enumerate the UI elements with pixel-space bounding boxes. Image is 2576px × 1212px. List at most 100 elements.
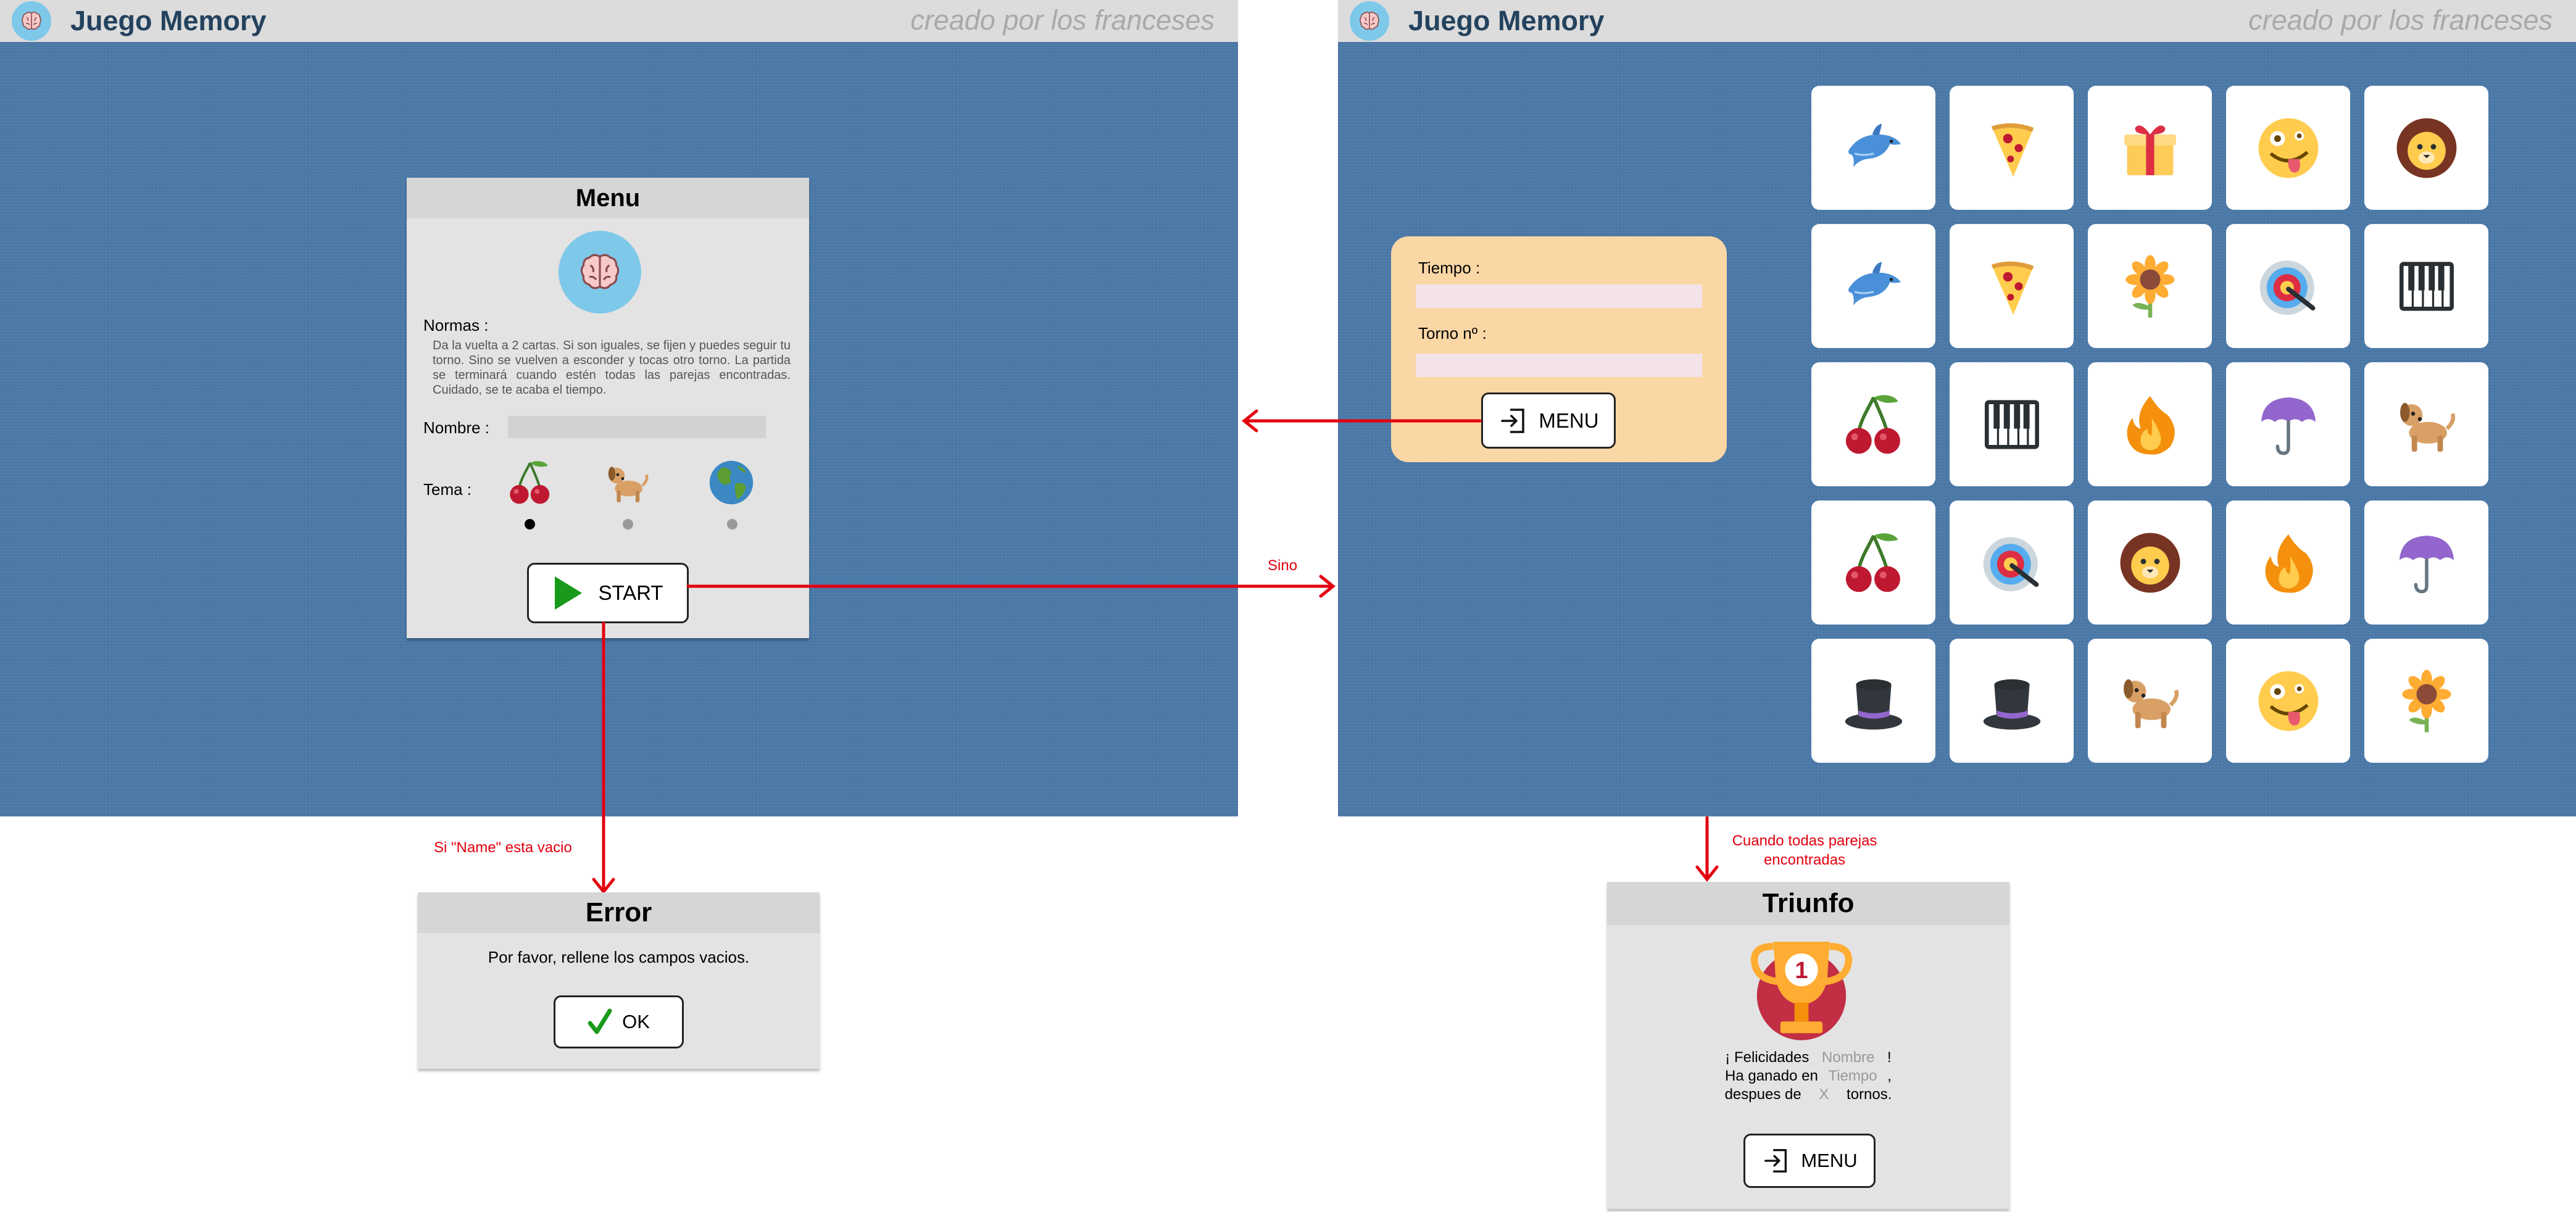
menu-button-label: MENU	[1801, 1150, 1858, 1171]
brain-logo-icon	[12, 1, 51, 41]
memory-card[interactable]	[2226, 362, 2350, 486]
dog-icon	[603, 458, 652, 507]
triunfo-line-1: ¡ Felicidades Nombre !	[1607, 1048, 2009, 1067]
memory-card[interactable]	[1811, 362, 1935, 486]
player-name-var: Nombre	[1822, 1049, 1875, 1066]
piano-icon	[2393, 252, 2461, 320]
time-label: Tiempo :	[1418, 259, 1481, 277]
memory-card[interactable]	[2088, 86, 2212, 210]
triunfo-text: !	[1887, 1049, 1892, 1066]
triunfo-message: ¡ Felicidades Nombre ! Ha ganado en Tiem…	[1607, 1048, 2009, 1104]
menu-button-label: MENU	[1539, 409, 1599, 432]
rules-label: Normas :	[423, 316, 489, 334]
time-var: Tiempo	[1828, 1068, 1877, 1084]
triunfo-text: tornos.	[1847, 1086, 1892, 1103]
menu-button[interactable]: MENU	[1481, 392, 1616, 449]
pizza-icon	[1978, 252, 2046, 320]
umbrella-icon	[2254, 391, 2322, 459]
theme-cherries-option[interactable]	[505, 458, 555, 507]
zany-face-icon	[2254, 667, 2322, 735]
piano-icon	[1978, 391, 2046, 459]
turn-field	[1416, 354, 1702, 377]
top-bar: Juego Memory creado por los franceses	[1338, 0, 2576, 42]
memory-card[interactable]	[1950, 639, 2074, 763]
menu-title: Menu	[407, 178, 809, 218]
memory-card[interactable]	[2088, 500, 2212, 625]
triunfo-line-3: despues de X tornos.	[1607, 1085, 2009, 1104]
exit-icon	[1498, 405, 1529, 436]
memory-card[interactable]	[2088, 362, 2212, 486]
cherries-icon	[1840, 391, 1908, 459]
memory-card[interactable]	[2364, 224, 2488, 348]
theme-dog-radio[interactable]	[623, 519, 633, 529]
umbrella-icon	[2393, 529, 2461, 597]
error-message: Por favor, rellene los campos vacios.	[488, 948, 750, 966]
memory-card[interactable]	[2226, 639, 2350, 763]
trophy-icon	[1743, 930, 1860, 1047]
rules-text: Da la vuelta a 2 cartas. Si son iguales,…	[433, 339, 791, 397]
top-bar: Juego Memory creado por los franceses	[0, 0, 1238, 42]
app-subtitle: creado por los franceses	[2248, 4, 2553, 36]
dog-icon	[2393, 391, 2461, 459]
triunfo-text: ,	[1887, 1068, 1892, 1084]
memory-card[interactable]	[2088, 224, 2212, 348]
exit-icon	[1761, 1146, 1791, 1176]
memory-card[interactable]	[2364, 639, 2488, 763]
memory-card[interactable]	[2364, 362, 2488, 486]
dolphin-icon	[1840, 252, 1908, 320]
lion-icon	[2393, 114, 2461, 182]
fire-icon	[2116, 391, 2184, 459]
app-title: Juego Memory	[70, 5, 267, 36]
app-title: Juego Memory	[1408, 5, 1605, 36]
triunfo-line-2: Ha ganado en Tiempo ,	[1607, 1067, 2009, 1085]
start-label: START	[598, 581, 663, 604]
name-input[interactable]	[508, 416, 766, 438]
memory-card[interactable]	[1811, 639, 1935, 763]
memory-card[interactable]	[2226, 500, 2350, 625]
memory-card[interactable]	[1811, 224, 1935, 348]
globe-icon	[707, 458, 756, 507]
top-hat-icon	[1840, 667, 1908, 735]
flow-label-all-pairs: Cuando todas parejas encontradas	[1732, 832, 1877, 868]
sunflower-icon	[2116, 252, 2184, 320]
turn-label: Torno nº :	[1418, 324, 1487, 342]
memory-card[interactable]	[2088, 639, 2212, 763]
app-subtitle: creado por los franceses	[910, 4, 1215, 36]
memory-card[interactable]	[2364, 86, 2488, 210]
memory-card[interactable]	[1950, 224, 2074, 348]
theme-globe-option[interactable]	[707, 458, 756, 507]
card-board	[1811, 86, 2490, 765]
play-icon	[555, 576, 583, 610]
memory-card[interactable]	[1950, 362, 2074, 486]
theme-label: Tema :	[423, 480, 472, 499]
flow-label-sino: Sino	[1268, 557, 1298, 574]
theme-cherries-radio[interactable]	[525, 519, 535, 529]
triunfo-title: Triunfo	[1607, 882, 2009, 925]
turns-var: X	[1819, 1086, 1829, 1103]
name-label: Nombre :	[423, 418, 489, 437]
memory-card[interactable]	[2364, 500, 2488, 625]
ok-button[interactable]: OK	[554, 995, 684, 1048]
triunfo-text: ¡ Felicidades	[1725, 1049, 1809, 1066]
start-button[interactable]: START	[527, 563, 689, 623]
flow-label-name-empty: Si "Name" esta vacio	[434, 839, 572, 856]
sunflower-icon	[2393, 667, 2461, 735]
brain-icon	[559, 231, 641, 313]
dog-icon	[2116, 667, 2184, 735]
memory-card[interactable]	[1950, 500, 2074, 625]
dolphin-icon	[1840, 114, 1908, 182]
menu-button[interactable]: MENU	[1743, 1134, 1876, 1188]
memory-card[interactable]	[2226, 224, 2350, 348]
memory-card[interactable]	[1950, 86, 2074, 210]
memory-card[interactable]	[1811, 86, 1935, 210]
top-hat-icon	[1978, 667, 2046, 735]
zany-face-icon	[2254, 114, 2322, 182]
triunfo-text: despues de	[1724, 1086, 1801, 1103]
memory-card[interactable]	[2226, 86, 2350, 210]
ok-label: OK	[622, 1011, 650, 1032]
theme-dog-option[interactable]	[603, 458, 652, 507]
fire-icon	[2254, 529, 2322, 597]
target-icon	[1978, 529, 2046, 597]
memory-card[interactable]	[1811, 500, 1935, 625]
theme-globe-radio[interactable]	[727, 519, 737, 529]
